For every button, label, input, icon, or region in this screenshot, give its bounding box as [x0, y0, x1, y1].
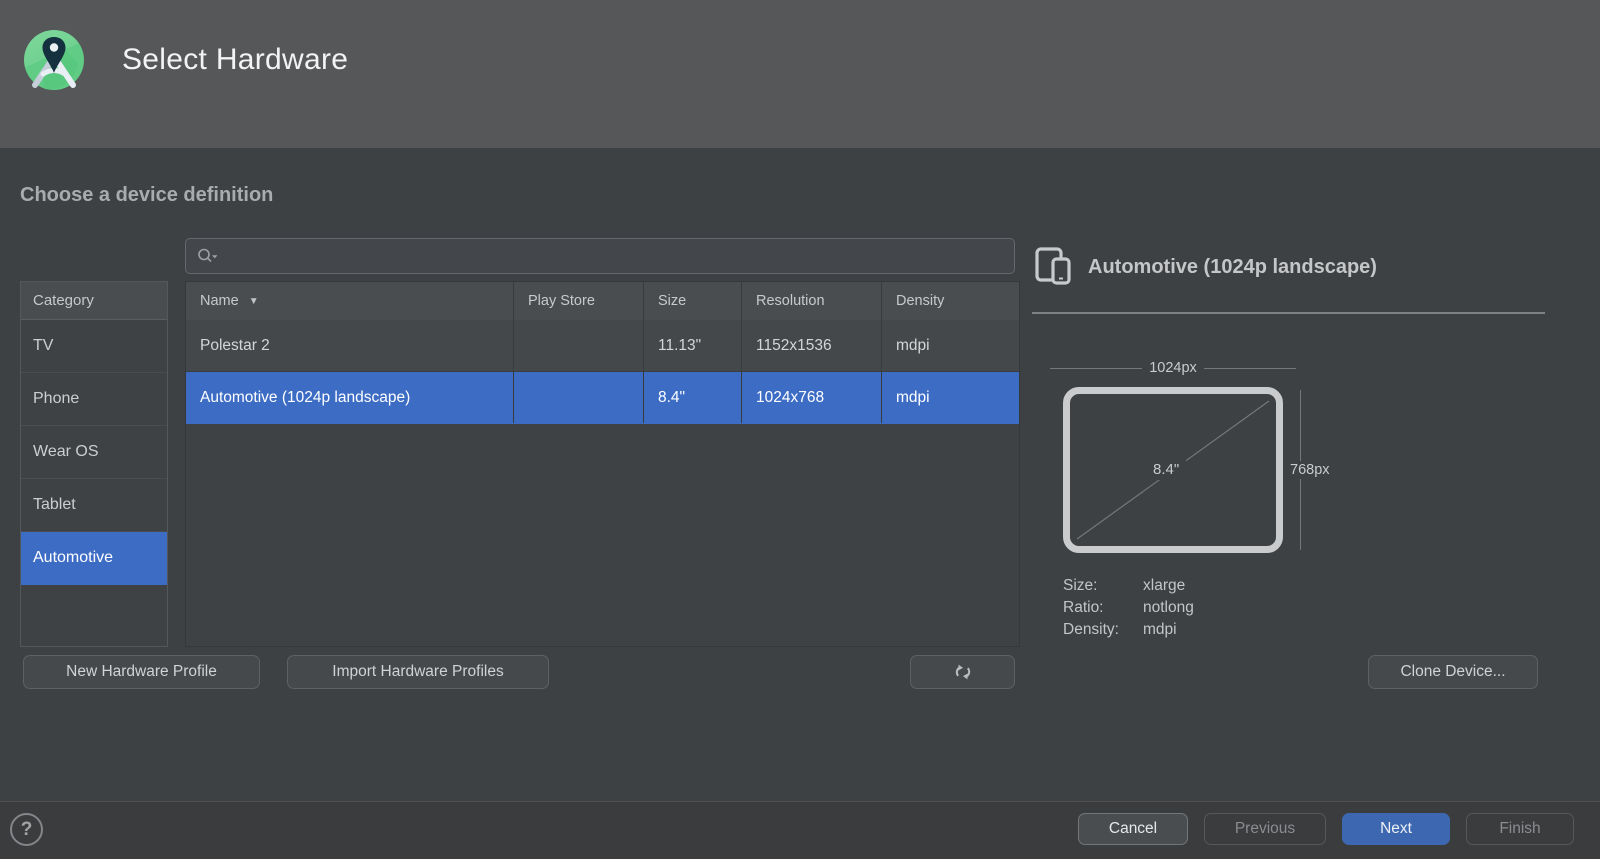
category-panel: Category TV Phone Wear OS Tablet Automot…	[20, 281, 168, 647]
device-search-field[interactable]	[185, 238, 1015, 274]
device-definition-table: Name ▼ Play Store Size Resolution Densit…	[185, 281, 1020, 647]
cell-resolution: 1152x1536	[742, 320, 882, 371]
search-icon	[196, 247, 220, 265]
category-item-wear-os[interactable]: Wear OS	[21, 426, 167, 479]
spec-value-density: mdpi	[1143, 619, 1194, 640]
refresh-button[interactable]	[910, 655, 1015, 689]
wizard-footer-bar: ? Cancel Previous Next Finish	[0, 801, 1600, 859]
width-label: 1024px	[1142, 360, 1204, 376]
table-header-row: Name ▼ Play Store Size Resolution Densit…	[186, 282, 1019, 320]
new-hardware-profile-button[interactable]: New Hardware Profile	[23, 655, 260, 689]
diagonal-size-label: 8.4"	[1146, 459, 1186, 480]
spec-value-ratio: notlong	[1143, 597, 1194, 618]
spec-label-size: Size:	[1063, 575, 1143, 596]
next-button[interactable]: Next	[1342, 813, 1450, 845]
cell-density: mdpi	[882, 320, 1019, 371]
column-header-play-store[interactable]: Play Store	[514, 282, 644, 320]
category-column-header: Category	[21, 282, 167, 320]
column-header-density[interactable]: Density	[882, 282, 1019, 320]
device-spec-list: Size: xlarge Ratio: notlong Density: mdp…	[1063, 575, 1194, 640]
cell-size: 11.13"	[644, 320, 742, 371]
cell-density: mdpi	[882, 372, 1019, 423]
diagram-width-dimension: 1024px	[1050, 360, 1296, 376]
cell-name: Automotive (1024p landscape)	[186, 372, 514, 423]
dialog-titlebar: Select Hardware	[0, 0, 1600, 148]
detail-divider	[1032, 312, 1545, 314]
import-hardware-profiles-button[interactable]: Import Hardware Profiles	[287, 655, 549, 689]
spec-label-density: Density:	[1063, 619, 1143, 640]
section-title: Choose a device definition	[20, 184, 273, 207]
spec-label-ratio: Ratio:	[1063, 597, 1143, 618]
cell-play-store	[514, 372, 644, 423]
table-row-automotive-1024p-landscape[interactable]: Automotive (1024p landscape) 8.4" 1024x7…	[186, 372, 1019, 424]
window-title: Select Hardware	[122, 43, 348, 77]
finish-button[interactable]: Finish	[1466, 813, 1574, 845]
column-header-name[interactable]: Name ▼	[186, 282, 514, 320]
help-icon[interactable]: ?	[10, 813, 43, 846]
sort-descending-icon: ▼	[249, 296, 259, 307]
category-item-tv[interactable]: TV	[21, 320, 167, 373]
clone-device-button[interactable]: Clone Device...	[1368, 655, 1538, 689]
cell-size: 8.4"	[644, 372, 742, 423]
detail-device-title: Automotive (1024p landscape)	[1088, 256, 1377, 279]
cell-play-store	[514, 320, 644, 371]
cell-name: Polestar 2	[186, 320, 514, 371]
spec-value-size: xlarge	[1143, 575, 1194, 596]
dimension-line	[1204, 368, 1296, 369]
table-empty-area	[186, 424, 1019, 646]
category-item-tablet[interactable]: Tablet	[21, 479, 167, 532]
category-item-phone[interactable]: Phone	[21, 373, 167, 426]
devices-icon	[1034, 246, 1076, 286]
category-item-automotive[interactable]: Automotive	[21, 532, 167, 585]
table-row-polestar-2[interactable]: Polestar 2 11.13" 1152x1536 mdpi	[186, 320, 1019, 372]
dimension-line	[1050, 368, 1142, 369]
column-header-resolution[interactable]: Resolution	[742, 282, 882, 320]
cancel-button[interactable]: Cancel	[1078, 813, 1188, 845]
cell-resolution: 1024x768	[742, 372, 882, 423]
column-header-size[interactable]: Size	[644, 282, 742, 320]
search-input[interactable]	[220, 247, 1014, 266]
previous-button[interactable]: Previous	[1204, 813, 1326, 845]
select-hardware-dialog: Select Hardware Choose a device definiti…	[0, 0, 1600, 859]
refresh-icon	[953, 662, 973, 682]
android-studio-logo-icon	[20, 26, 88, 94]
height-label: 768px	[1287, 461, 1333, 479]
